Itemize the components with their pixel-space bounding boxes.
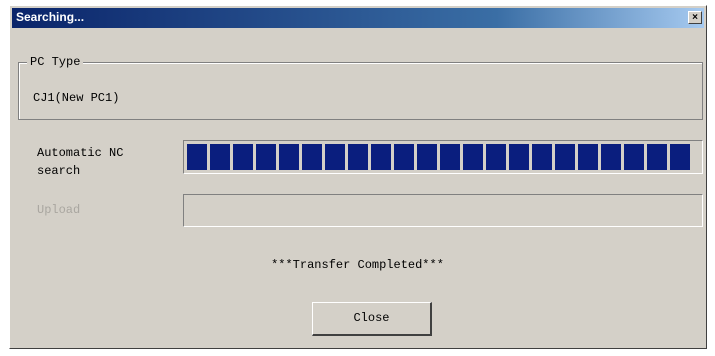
progress-blocks (187, 144, 700, 170)
title-bar[interactable]: Searching... × (12, 8, 704, 28)
progress-block (394, 144, 414, 170)
close-button[interactable]: Close (312, 302, 432, 336)
progress-block (670, 144, 690, 170)
progress-block (532, 144, 552, 170)
progress-block (302, 144, 322, 170)
progress-block (624, 144, 644, 170)
progress-block (440, 144, 460, 170)
progress-block (417, 144, 437, 170)
progress-block (348, 144, 368, 170)
close-icon[interactable]: × (688, 11, 702, 24)
pc-type-label: PC Type (27, 55, 84, 69)
progress-block (256, 144, 276, 170)
progress-block (647, 144, 667, 170)
upload-progress-bar (183, 194, 703, 227)
automatic-nc-search-label-line2: search (37, 164, 81, 178)
pc-type-group: PC Type CJ1(New PC1) (18, 55, 703, 120)
progress-block (371, 144, 391, 170)
progress-block (463, 144, 483, 170)
progress-block (601, 144, 621, 170)
progress-block (187, 144, 207, 170)
window-title: Searching... (16, 10, 85, 24)
progress-block (210, 144, 230, 170)
progress-block (509, 144, 529, 170)
pc-type-value: CJ1(New PC1) (33, 91, 120, 105)
progress-block (233, 144, 253, 170)
automatic-nc-search-label-line1: Automatic NC (37, 146, 124, 160)
automatic-nc-search-label: Automatic NC search (37, 144, 177, 180)
progress-block (279, 144, 299, 170)
progress-block (486, 144, 506, 170)
progress-block (325, 144, 345, 170)
progress-block (555, 144, 575, 170)
transfer-status-text: ***Transfer Completed*** (271, 258, 444, 272)
upload-label: Upload (37, 203, 81, 217)
automatic-nc-search-progress-bar (183, 140, 703, 174)
progress-block (578, 144, 598, 170)
